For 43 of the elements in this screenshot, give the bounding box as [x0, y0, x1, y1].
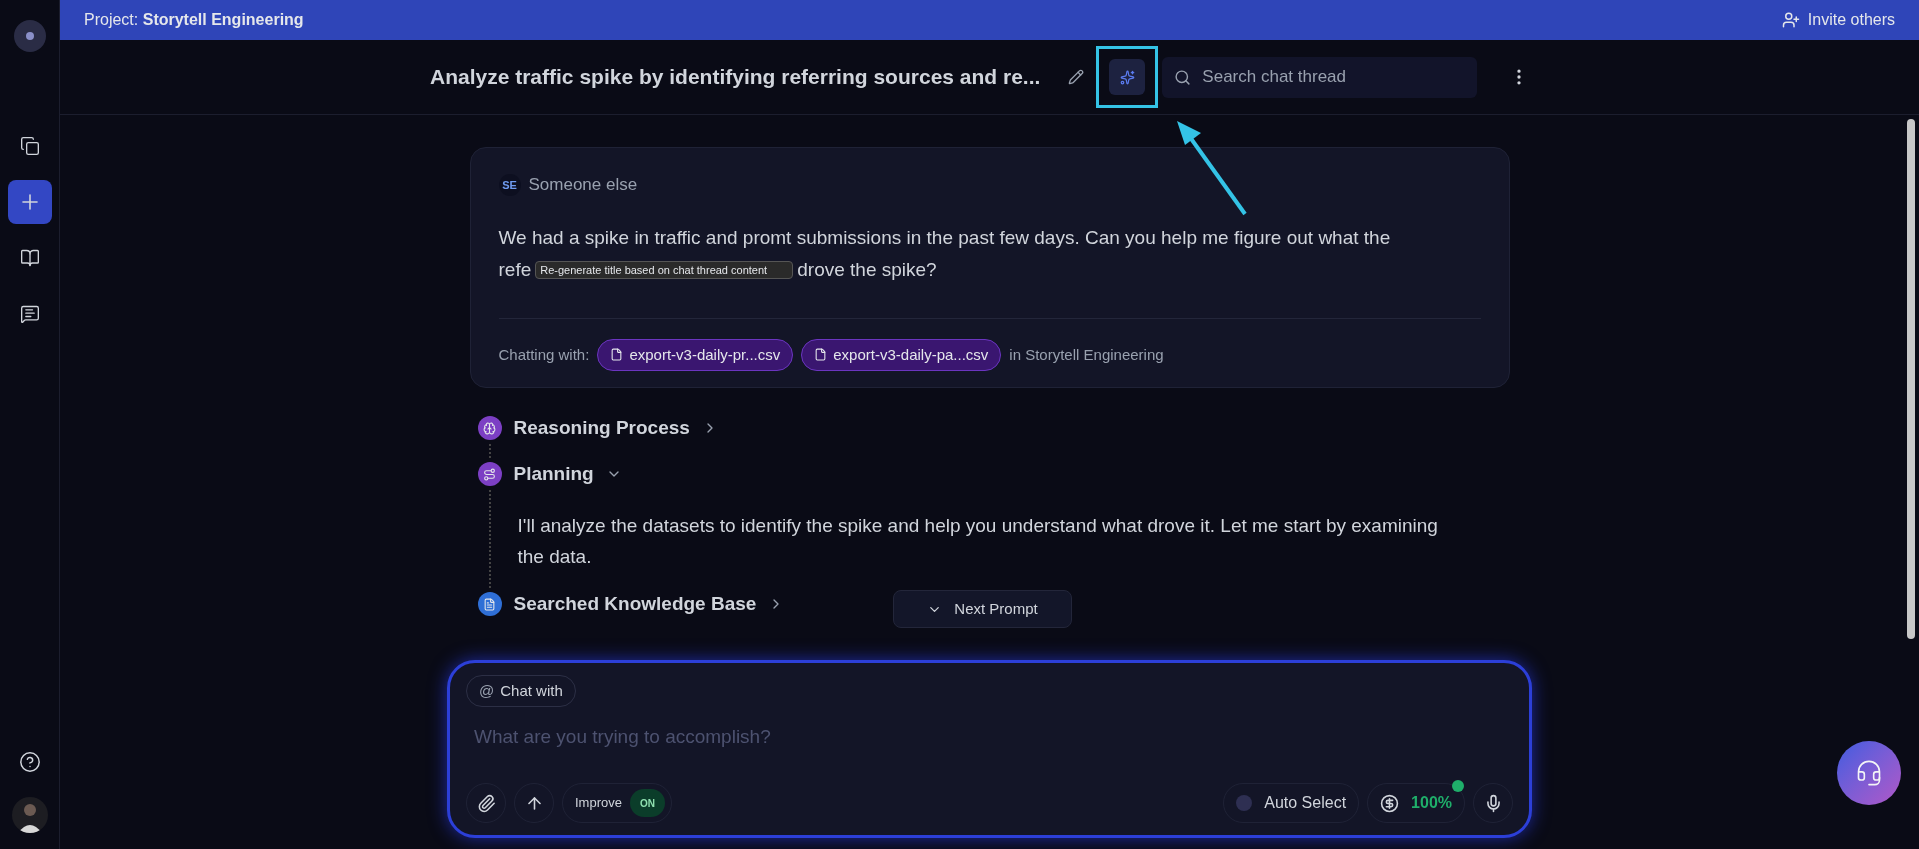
message-text: drove the spike? — [797, 257, 937, 282]
document-icon — [483, 597, 496, 611]
regenerate-button[interactable] — [1109, 59, 1146, 95]
model-icon — [1236, 795, 1253, 811]
step-toggle[interactable]: Searched Knowledge Base — [513, 592, 785, 616]
user-plus-icon — [1781, 11, 1800, 29]
file-chip[interactable]: export-v3-daily-pa...csv — [801, 338, 1002, 371]
tooltip: Re-generate title based on chat thread content — [535, 260, 794, 279]
brain-icon — [483, 421, 496, 435]
file-icon — [814, 348, 828, 362]
sidebar-button[interactable] — [7, 180, 52, 224]
search-field[interactable]: Search chat thread — [1162, 56, 1478, 98]
next-prompt-button[interactable]: Next Prompt — [893, 590, 1072, 628]
search-icon — [1174, 68, 1192, 86]
headset-icon — [1855, 759, 1883, 787]
step-text: I'll analyze the datasets to identify the spike and help you understand what drove it. Let me start by examining the data. — [516, 514, 1439, 569]
dollar-icon — [1380, 793, 1400, 813]
avatar[interactable] — [11, 797, 48, 833]
improve-label: Improve — [575, 794, 622, 813]
book-icon — [19, 248, 40, 268]
message-text: refe — [498, 257, 532, 282]
improve-toggle[interactable]: ON — [629, 789, 665, 817]
paperclip-icon — [476, 793, 496, 813]
message-icon — [19, 304, 40, 324]
invite-button[interactable]: Invite others — [1781, 8, 1895, 32]
step-toggle[interactable]: Planning — [513, 462, 622, 486]
message-text: We had a spike in traffic and promt submissions in the past few days. Can you help me figure out what the — [498, 225, 1392, 250]
help-icon[interactable] — [18, 751, 41, 773]
author-avatar: SE — [498, 173, 521, 196]
file-chip[interactable]: export-v3-daily-pr...csv — [597, 338, 794, 371]
edit-icon[interactable] — [1068, 69, 1085, 85]
project-label: Project: Storytell Engineering — [84, 10, 304, 30]
route-icon — [483, 467, 496, 481]
logo-icon[interactable] — [13, 20, 46, 52]
step-toggle[interactable]: Reasoning Process — [513, 416, 718, 440]
copy-icon — [19, 136, 40, 156]
thread-title: Analyze traffic spike by identifying referring sources and re... — [430, 64, 1041, 91]
sparkle-icon — [1119, 69, 1135, 85]
prompt-field[interactable]: What are you trying to accomplish? — [466, 723, 1513, 752]
scope-text: in Storytell Engineering — [1009, 344, 1164, 365]
author-name: Someone else — [528, 174, 638, 196]
file-icon — [610, 348, 624, 362]
chatting-label: Chatting with: — [498, 344, 590, 365]
